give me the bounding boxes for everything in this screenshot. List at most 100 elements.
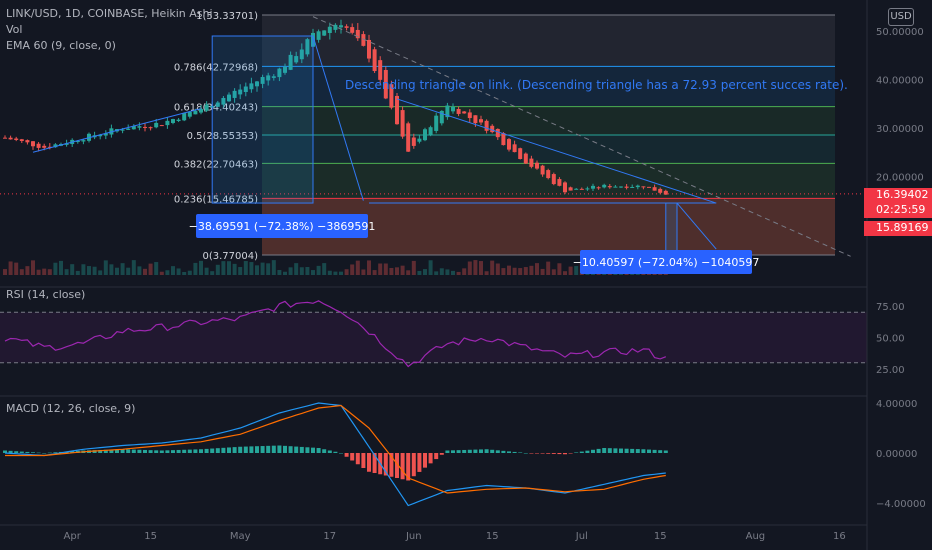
macd-hist-bar	[523, 453, 528, 454]
volume-bar	[210, 271, 215, 275]
volume-bar	[546, 261, 551, 275]
volume-bar	[266, 263, 271, 275]
volume-bar	[540, 268, 545, 275]
macd-hist-bar	[479, 449, 483, 453]
volume-bar	[456, 271, 461, 275]
uptrend-line	[32, 108, 202, 153]
volume-bar	[445, 269, 450, 275]
candle-body	[663, 190, 668, 195]
volume-bar	[535, 263, 539, 275]
volume-bar	[339, 271, 343, 275]
time-axis-label: 15	[486, 531, 499, 542]
volume-bar	[176, 268, 181, 275]
volume-bar	[333, 271, 338, 275]
macd-hist-bar	[8, 450, 13, 453]
volume-bar	[70, 264, 75, 275]
volume-bar	[406, 270, 411, 275]
candle-body	[434, 115, 439, 131]
volume-bar	[400, 265, 405, 275]
macd-hist-bar	[546, 453, 551, 454]
candle-body	[523, 153, 528, 164]
macd-hist-bar	[36, 452, 41, 454]
volume-bar	[367, 260, 371, 275]
macd-hist-bar	[490, 449, 495, 453]
macd-hist-bar	[512, 451, 517, 453]
macd-hist-bar	[596, 448, 601, 453]
volume-bar	[473, 260, 478, 275]
macd-hist-bar	[451, 450, 455, 453]
time-axis-label: Jul	[575, 531, 588, 542]
volume-bar	[507, 265, 511, 275]
candle-body	[193, 110, 198, 115]
macd-hist-bar	[283, 445, 287, 453]
volume-bar	[467, 261, 472, 275]
macd-hist-bar	[299, 446, 304, 453]
candle-body	[540, 165, 545, 175]
volume-bar	[115, 267, 119, 275]
volume-bar	[131, 260, 136, 275]
volume-bar	[14, 262, 19, 275]
macd-hist-bar	[305, 447, 310, 453]
volume-bar	[227, 261, 231, 275]
volume-bar	[47, 269, 52, 275]
candle-body	[630, 187, 635, 189]
last-price-badge: 16.39402	[864, 188, 932, 203]
volume-bar	[42, 268, 47, 275]
volume-bar	[171, 266, 175, 275]
candle-body	[512, 144, 517, 153]
time-axis-label: 15	[144, 531, 157, 542]
candle-body	[507, 139, 511, 150]
candle-body	[574, 188, 579, 190]
macd-hist-bar	[154, 450, 159, 453]
macd-hist-bar	[14, 451, 19, 453]
volume-bar	[120, 263, 125, 275]
volume-bar	[187, 270, 192, 275]
macd-hist-bar	[204, 448, 209, 453]
volume-bar	[182, 271, 187, 275]
chart-area[interactable]: 1(53.33701)0.786(42.72968)0.618(34.40243…	[0, 0, 932, 550]
volume-bar	[260, 262, 265, 275]
macd-hist-bar	[540, 453, 545, 454]
candle-body	[602, 184, 607, 188]
chart-canvas[interactable]: 1(53.33701)0.786(42.72968)0.618(34.40243…	[0, 0, 932, 550]
volume-bar	[31, 260, 35, 275]
candle-body	[154, 122, 159, 128]
candle-body	[187, 111, 192, 117]
symbol-title: LINK/USD, 1D, COINBASE, Heikin Ashi	[6, 7, 213, 20]
volume-bar	[87, 266, 91, 275]
volume-bar	[159, 271, 164, 275]
macd-hist-bar	[322, 449, 327, 453]
macd-hist-bar	[137, 449, 142, 453]
macd-hist-bar	[641, 449, 646, 453]
macd-hist-bar	[215, 448, 220, 453]
volume-bar	[529, 265, 534, 275]
macd-hist-bar	[210, 448, 215, 453]
macd-hist-bar	[630, 448, 635, 453]
macd-hist-bar	[635, 449, 640, 453]
macd-hist-bar	[484, 449, 489, 453]
volume-bar	[501, 268, 506, 275]
volume-bar	[518, 268, 523, 275]
candle-body	[551, 174, 556, 185]
candle-body	[518, 148, 523, 159]
candle-body	[568, 187, 573, 191]
volume-bar	[495, 263, 500, 275]
currency-button[interactable]: USD	[888, 8, 914, 26]
fib-zone	[262, 15, 835, 67]
macd-hist-bar	[652, 449, 657, 453]
macd-hist-bar	[574, 452, 579, 453]
candle-body	[635, 185, 640, 188]
volume-bar	[221, 261, 226, 275]
volume-bar	[389, 267, 394, 275]
volume-bar	[294, 263, 299, 275]
macd-hist-bar	[311, 447, 315, 453]
volume-bar	[428, 260, 433, 275]
volume-bar	[8, 261, 13, 275]
macd-hist-bar	[417, 453, 422, 472]
candle-body	[456, 109, 461, 114]
macd-hist-bar	[563, 453, 567, 455]
candle-body	[479, 119, 483, 123]
macd-hist-bar	[193, 449, 198, 453]
candle-body	[535, 162, 539, 169]
volume-bar	[143, 268, 147, 275]
